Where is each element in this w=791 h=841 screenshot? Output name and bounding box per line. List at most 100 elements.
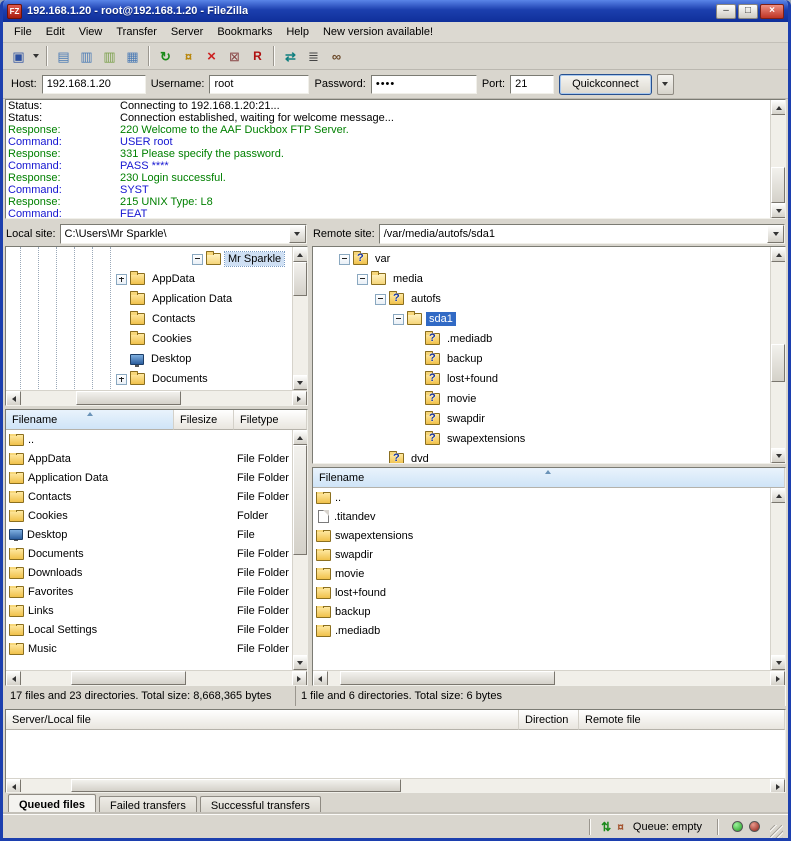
tree-item-swapextensions[interactable]: swapextensions [313, 429, 770, 449]
scroll-thumb[interactable] [293, 445, 307, 555]
expand-icon[interactable] [116, 374, 127, 385]
tree-item-cookies[interactable]: Cookies [6, 329, 292, 349]
file-row[interactable]: .mediadb [313, 621, 770, 640]
scroll-thumb[interactable] [71, 779, 401, 792]
local-tree-toggle-icon[interactable]: ▥ [75, 45, 98, 67]
file-row[interactable]: Links File Folder [6, 601, 292, 620]
collapse-icon[interactable] [339, 254, 350, 265]
combo-dropdown-button[interactable] [289, 225, 306, 243]
scroll-up-button[interactable] [293, 430, 307, 445]
scroll-down-button[interactable] [771, 203, 786, 218]
tree-item-desktop[interactable]: Desktop [6, 349, 292, 369]
menu-view[interactable]: View [72, 24, 110, 40]
tree-item-appdata[interactable]: AppData [6, 269, 292, 289]
disconnect-icon[interactable]: ⊠ [223, 45, 246, 67]
scroll-left-button[interactable] [6, 779, 21, 793]
queue-hscrollbar[interactable] [6, 778, 785, 792]
scroll-down-button[interactable] [293, 655, 307, 670]
column-header-filename[interactable]: Filename [313, 468, 785, 488]
process-queue-icon[interactable]: ¤ [177, 45, 200, 67]
queue-toggle-icon[interactable]: ▦ [121, 45, 144, 67]
scroll-down-button[interactable] [771, 448, 785, 463]
file-row[interactable]: .. [6, 430, 292, 449]
scroll-left-button[interactable] [6, 391, 21, 406]
file-row[interactable]: Favorites File Folder [6, 582, 292, 601]
tree-item-lost-found[interactable]: lost+found [313, 369, 770, 389]
key-icon[interactable]: ¤ [617, 821, 624, 833]
refresh-icon[interactable]: ↻ [154, 45, 177, 67]
scroll-track[interactable] [771, 503, 785, 655]
menu-transfer[interactable]: Transfer [109, 24, 164, 40]
tab-failed-transfers[interactable]: Failed transfers [99, 796, 197, 814]
local-site-combo[interactable]: C:\Users\Mr Sparkle\ [60, 224, 307, 244]
file-row[interactable]: .titandev [313, 507, 770, 526]
file-row[interactable]: Cookies Folder [6, 506, 292, 525]
remote-list-hscrollbar[interactable] [313, 670, 785, 685]
menu-new-version[interactable]: New version available! [316, 24, 440, 40]
scroll-track[interactable] [293, 445, 307, 655]
scroll-right-button[interactable] [292, 671, 307, 686]
remote-tree-scrollbar[interactable] [770, 247, 785, 463]
column-header-server-local-file[interactable]: Server/Local file [6, 710, 519, 730]
host-input[interactable] [42, 75, 146, 94]
scroll-track[interactable] [21, 779, 770, 792]
scroll-track[interactable] [328, 671, 770, 685]
site-manager-dropdown[interactable] [30, 45, 42, 67]
tree-item-downloads[interactable]: Downloads [6, 389, 292, 390]
file-row[interactable]: AppData File Folder [6, 449, 292, 468]
remote-site-combo[interactable]: /var/media/autofs/sda1 [379, 224, 785, 244]
tree-item-application-data[interactable]: Application Data [6, 289, 292, 309]
scroll-left-button[interactable] [6, 671, 21, 686]
scroll-track[interactable] [21, 391, 292, 405]
menu-file[interactable]: File [7, 24, 39, 40]
scroll-right-button[interactable] [770, 779, 785, 793]
scroll-thumb[interactable] [76, 391, 181, 405]
message-log-toggle-icon[interactable]: ▤ [52, 45, 75, 67]
quickconnect-dropdown[interactable] [657, 74, 674, 95]
file-row[interactable]: Music File Folder [6, 639, 292, 658]
password-input[interactable] [371, 75, 477, 94]
file-row[interactable]: Documents File Folder [6, 544, 292, 563]
local-list-scrollbar[interactable] [292, 430, 307, 670]
maximize-button[interactable]: □ [738, 4, 758, 19]
expand-icon[interactable] [116, 274, 127, 285]
log-scrollbar[interactable] [770, 100, 785, 218]
tree-item-backup[interactable]: backup [313, 349, 770, 369]
tree-item-sda1[interactable]: sda1 [313, 309, 770, 329]
port-input[interactable] [510, 75, 554, 94]
file-row[interactable]: movie [313, 564, 770, 583]
file-row[interactable]: Local Settings File Folder [6, 620, 292, 639]
speed-limits-icon[interactable]: ⇅ [601, 821, 611, 833]
scroll-track[interactable] [771, 115, 785, 203]
tree-item-media[interactable]: media [313, 269, 770, 289]
tree-item-var[interactable]: var [313, 249, 770, 269]
titlebar[interactable]: FZ 192.168.1.20 - root@192.168.1.20 - Fi… [3, 0, 788, 22]
scroll-right-button[interactable] [770, 671, 785, 686]
file-row[interactable]: swapextensions [313, 526, 770, 545]
tab-successful-transfers[interactable]: Successful transfers [200, 796, 321, 814]
local-tree-hscrollbar[interactable] [6, 390, 307, 405]
scroll-down-button[interactable] [771, 655, 785, 670]
tree-item-dvd[interactable]: dvd [313, 449, 770, 463]
column-header-filename[interactable]: Filename [6, 410, 174, 430]
file-row[interactable]: .. [313, 488, 770, 507]
collapse-icon[interactable] [357, 274, 368, 285]
scroll-track[interactable] [293, 262, 307, 375]
tree-item-movie[interactable]: movie [313, 389, 770, 409]
menu-help[interactable]: Help [279, 24, 316, 40]
site-manager-icon[interactable]: ▣ [7, 45, 30, 67]
file-row[interactable]: lost+found [313, 583, 770, 602]
remote-list-scrollbar[interactable] [770, 488, 785, 670]
local-tree-scrollbar[interactable] [292, 247, 307, 390]
tab-queued-files[interactable]: Queued files [8, 794, 96, 814]
quickconnect-button[interactable]: Quickconnect [559, 74, 652, 95]
collapse-icon[interactable] [393, 314, 404, 325]
local-list-hscrollbar[interactable] [6, 670, 307, 685]
scroll-right-button[interactable] [292, 391, 307, 406]
scroll-thumb[interactable] [293, 262, 307, 296]
cancel-icon[interactable]: × [200, 45, 223, 67]
resize-grip[interactable] [770, 825, 783, 838]
tree-item-mr-sparkle[interactable]: Mr Sparkle [6, 249, 292, 269]
tree-item-mediadb[interactable]: .mediadb [313, 329, 770, 349]
username-input[interactable] [209, 75, 309, 94]
